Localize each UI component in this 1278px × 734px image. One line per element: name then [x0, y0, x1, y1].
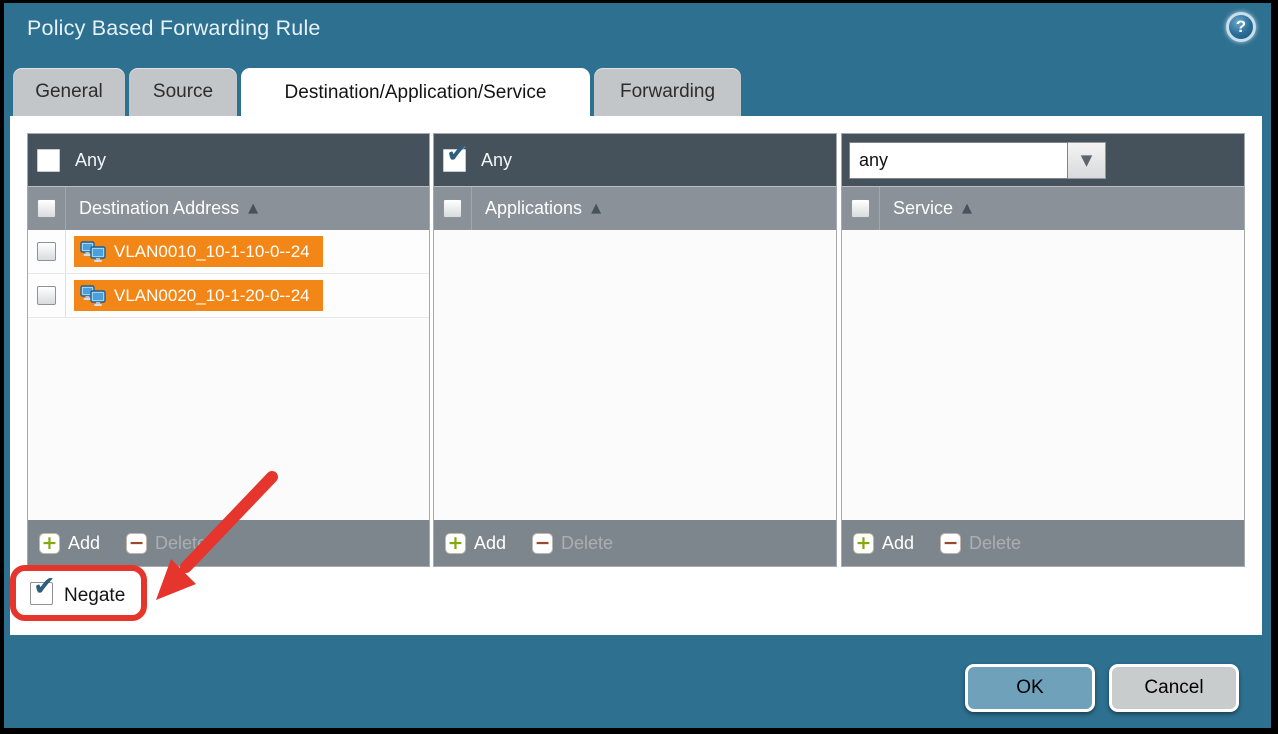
dialog-title: Policy Based Forwarding Rule	[27, 16, 321, 41]
tab-label: Forwarding	[620, 81, 715, 103]
add-button[interactable]: + Add	[853, 533, 914, 554]
table-row[interactable]: VLAN0010_10-1-10-0--24	[28, 230, 429, 274]
help-icon[interactable]: ?	[1226, 12, 1256, 42]
ok-button[interactable]: OK	[965, 664, 1095, 712]
select-all-cell	[28, 187, 66, 230]
checkmark-icon: ✔	[446, 140, 469, 167]
pbf-rule-dialog: Policy Based Forwarding Rule ? General S…	[0, 0, 1278, 734]
row-checkbox[interactable]	[37, 242, 56, 261]
service-dropdown-input[interactable]: any	[849, 142, 1068, 179]
service-dropdown-button[interactable]: ▼	[1068, 142, 1106, 179]
sort-ascending-icon: ▲	[591, 201, 601, 216]
service-list	[842, 230, 1244, 520]
add-button[interactable]: + Add	[445, 533, 506, 554]
add-button[interactable]: + Add	[39, 533, 100, 554]
destination-address-column: Any Destination Address ▲	[27, 133, 430, 567]
tab-destination-application-service[interactable]: Destination/Application/Service	[241, 68, 590, 117]
add-label: Add	[474, 533, 506, 554]
tab-label: Destination/Application/Service	[285, 82, 547, 104]
delete-button[interactable]: − Delete	[532, 533, 613, 554]
delete-minus-icon: −	[940, 533, 961, 554]
chevron-down-icon: ▼	[1081, 151, 1093, 169]
row-check-cell	[28, 274, 66, 317]
service-sort-header[interactable]: Service ▲	[842, 186, 1244, 230]
column-header-label: Service	[893, 198, 953, 219]
row-checkbox[interactable]	[37, 286, 56, 305]
destination-any-label: Any	[75, 150, 106, 171]
address-object-name: VLAN0020_10-1-20-0--24	[114, 286, 310, 306]
select-all-checkbox[interactable]	[443, 199, 462, 218]
service-dropdown-value: any	[859, 150, 888, 171]
service-dropdown: any ▼	[849, 142, 1106, 179]
tab-label: Source	[153, 81, 213, 103]
sort-ascending-icon: ▲	[248, 201, 258, 216]
row-check-cell	[28, 230, 66, 273]
address-object-pill[interactable]: VLAN0010_10-1-10-0--24	[74, 236, 323, 267]
delete-label: Delete	[969, 533, 1021, 554]
add-plus-icon: +	[853, 533, 874, 554]
delete-minus-icon: −	[532, 533, 553, 554]
applications-list	[434, 230, 836, 520]
destination-any-row: Any	[28, 134, 429, 186]
table-row[interactable]: VLAN0020_10-1-20-0--24	[28, 274, 429, 318]
network-object-icon	[80, 285, 106, 307]
service-footer: + Add − Delete	[842, 520, 1244, 566]
destination-footer: + Add − Delete	[28, 520, 429, 566]
help-icon-glyph: ?	[1236, 17, 1246, 37]
service-dropdown-row: any ▼	[842, 134, 1244, 186]
select-all-cell	[434, 187, 472, 230]
destination-address-sort-header[interactable]: Destination Address ▲	[28, 186, 429, 230]
applications-column: ✔ Any Applications ▲ + Add − Delete	[433, 133, 837, 567]
add-plus-icon: +	[39, 533, 60, 554]
ok-button-label: OK	[1016, 677, 1043, 699]
destination-address-list: VLAN0010_10-1-10-0--24	[28, 230, 429, 520]
add-label: Add	[68, 533, 100, 554]
cancel-button-label: Cancel	[1144, 677, 1203, 699]
applications-footer: + Add − Delete	[434, 520, 836, 566]
network-object-icon	[80, 241, 106, 263]
negate-checkbox[interactable]: ✔	[30, 582, 53, 605]
select-all-checkbox[interactable]	[851, 199, 870, 218]
column-header-label: Applications	[485, 198, 582, 219]
address-object-pill[interactable]: VLAN0020_10-1-20-0--24	[74, 280, 323, 311]
add-label: Add	[882, 533, 914, 554]
cancel-button[interactable]: Cancel	[1109, 664, 1239, 712]
delete-button[interactable]: − Delete	[126, 533, 207, 554]
service-column: any ▼ Service ▲ + Add − Delete	[841, 133, 1245, 567]
applications-any-row: ✔ Any	[434, 134, 836, 186]
tab-label: General	[35, 81, 103, 103]
address-object-name: VLAN0010_10-1-10-0--24	[114, 242, 310, 262]
select-all-cell	[842, 187, 880, 230]
destination-any-checkbox[interactable]	[37, 149, 60, 172]
applications-any-label: Any	[481, 150, 512, 171]
tab-general[interactable]: General	[13, 68, 125, 116]
checkmark-icon: ✔	[33, 573, 56, 600]
add-plus-icon: +	[445, 533, 466, 554]
delete-label: Delete	[561, 533, 613, 554]
tab-forwarding[interactable]: Forwarding	[594, 68, 741, 116]
tab-source[interactable]: Source	[129, 68, 237, 116]
negate-label: Negate	[64, 585, 125, 607]
sort-ascending-icon: ▲	[962, 201, 972, 216]
column-header-label: Destination Address	[79, 198, 239, 219]
delete-button[interactable]: − Delete	[940, 533, 1021, 554]
applications-any-checkbox[interactable]: ✔	[443, 149, 466, 172]
select-all-checkbox[interactable]	[37, 199, 56, 218]
applications-sort-header[interactable]: Applications ▲	[434, 186, 836, 230]
delete-minus-icon: −	[126, 533, 147, 554]
delete-label: Delete	[155, 533, 207, 554]
